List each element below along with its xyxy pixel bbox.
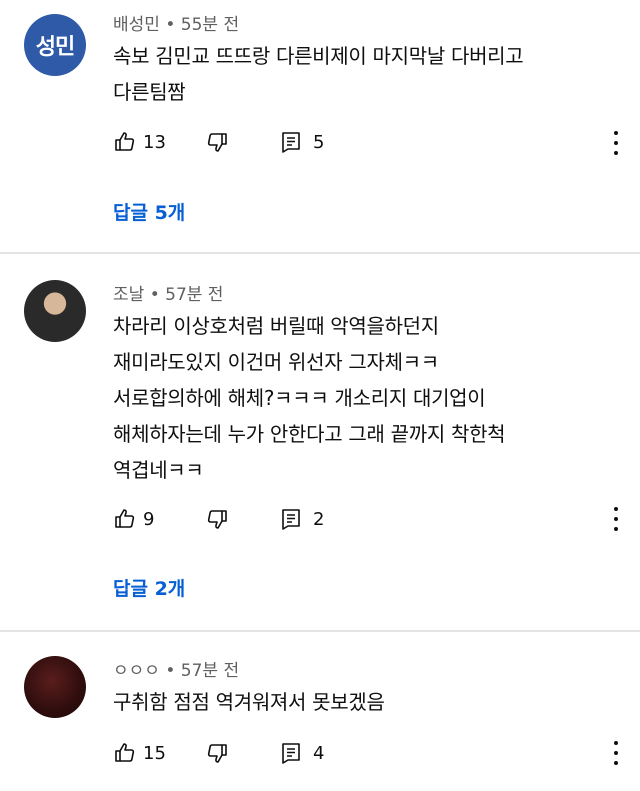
like-count: 13 [143,131,166,153]
comment: ㅇㅇㅇ • 57분 전 구취함 점점 역겨워져서 못보겠음 15 4 [0,632,640,791]
timestamp[interactable]: 55분 전 [181,15,239,35]
thumb-down-icon [207,133,227,152]
avatar-initials: 성민 [35,35,75,60]
comment-text: 구취함 점점 역겨워져서 못보겠음 [113,690,385,714]
thumb-down-icon [207,510,227,529]
dislike-button[interactable] [205,507,279,531]
avatar[interactable] [24,280,86,342]
avatar[interactable] [24,656,86,718]
like-button[interactable]: 15 [113,741,205,765]
thumb-down-icon [207,744,227,763]
like-button[interactable]: 13 [113,130,205,154]
view-replies-link[interactable]: 답글 5개 [113,198,185,225]
author-name[interactable]: ㅇㅇㅇ [113,661,160,681]
dislike-button[interactable] [205,130,279,154]
meta-separator: • [165,661,181,681]
thumb-up-icon [115,743,135,762]
more-vert-icon[interactable] [612,507,620,531]
comment: 성민 배성민 • 55분 전 속보 김민교 뜨뜨랑 다른비제이 마지막날 다버리… [0,0,640,252]
comment-text: 차라리 이상호처럼 버릴때 악역을하던지 재미라도있지 이건머 위선자 그자체ㅋ… [113,314,506,482]
action-bar: 9 2 [113,504,324,534]
dislike-button[interactable] [205,741,279,765]
comment: 조날 • 57분 전 차라리 이상호처럼 버릴때 악역을하던지 재미라도있지 이… [0,254,640,630]
meta-separator: • [165,15,181,35]
comment-meta: 배성민 • 55분 전 [113,10,239,35]
author-name[interactable]: 배성민 [113,15,160,35]
view-replies-link[interactable]: 답글 2개 [113,574,185,601]
thumb-up-icon [115,132,135,151]
reply-button[interactable]: 4 [279,741,324,765]
comment-text: 속보 김민교 뜨뜨랑 다른비제이 마지막날 다버리고 다른팀짬 [113,44,524,104]
more-vert-icon[interactable] [612,741,620,765]
reply-count: 2 [313,508,325,530]
action-bar: 15 4 [113,738,324,768]
reply-button[interactable]: 2 [279,507,324,531]
comment-meta: 조날 • 57분 전 [113,280,223,305]
thumb-up-icon [115,509,135,528]
comment-reply-icon [282,743,300,764]
more-vert-icon[interactable] [612,131,620,155]
timestamp[interactable]: 57분 전 [181,661,239,681]
action-bar: 13 5 [113,127,324,157]
comment-reply-icon [282,509,300,530]
reply-count: 5 [313,131,325,153]
timestamp[interactable]: 57분 전 [165,285,223,305]
reply-button[interactable]: 5 [279,130,324,154]
reply-count: 4 [313,742,325,764]
comment-meta: ㅇㅇㅇ • 57분 전 [113,656,239,681]
like-button[interactable]: 9 [113,507,205,531]
avatar[interactable]: 성민 [24,14,86,76]
like-count: 9 [143,508,155,530]
author-name[interactable]: 조날 [113,285,144,305]
like-count: 15 [143,742,166,764]
comment-reply-icon [282,132,300,153]
meta-separator: • [149,285,166,305]
